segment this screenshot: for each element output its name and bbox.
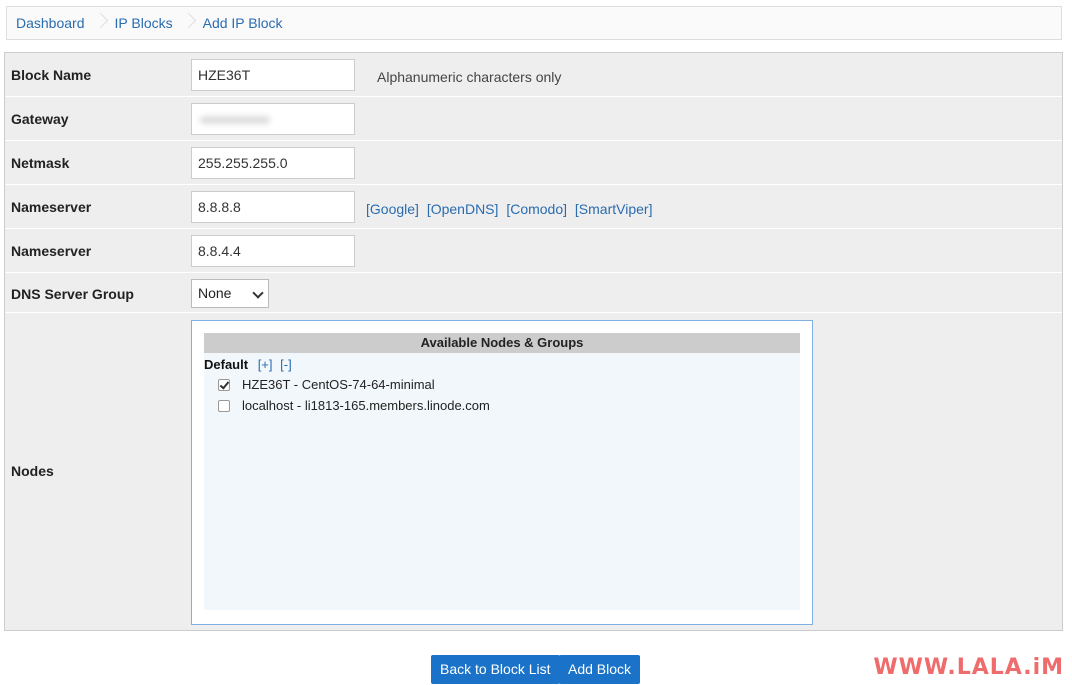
chevron-down-icon	[252, 287, 264, 299]
breadcrumb-add-ip-block[interactable]: Add IP Block	[203, 15, 283, 31]
breadcrumb-separator-icon	[95, 6, 109, 40]
netmask-label: Netmask	[11, 155, 70, 171]
add-block-button[interactable]: Add Block	[559, 655, 641, 684]
group-default-label: Default	[204, 357, 249, 372]
nameserver-presets: [Google] [OpenDNS] [Comodo] [SmartViper]	[366, 201, 656, 217]
preset-comodo-link[interactable]: [Comodo]	[506, 201, 567, 217]
row-gateway: Gateway	[5, 97, 1062, 141]
dns-group-selected: None	[198, 285, 232, 301]
netmask-input[interactable]: 255.255.255.0	[191, 147, 355, 179]
block-name-input[interactable]: HZE36T	[191, 59, 355, 91]
row-dns-group: DNS Server Group None	[5, 273, 1062, 313]
breadcrumb: Dashboard IP Blocks Add IP Block	[6, 6, 1062, 40]
breadcrumb-separator-icon	[183, 6, 197, 40]
node-checkbox-checked[interactable]	[218, 378, 230, 391]
row-block-name: Block Name HZE36T Alphanumeric character…	[5, 53, 1062, 97]
gateway-input[interactable]	[191, 103, 355, 135]
nameserver-1-input[interactable]: 8.8.8.8	[191, 191, 355, 223]
node-checkbox[interactable]	[218, 399, 230, 412]
group-collapse-link[interactable]: [-]	[280, 357, 292, 372]
add-ip-block-form: Block Name HZE36T Alphanumeric character…	[4, 52, 1063, 631]
block-name-hint: Alphanumeric characters only	[377, 69, 562, 85]
node-label: localhost - li1813-165.members.linode.co…	[242, 398, 490, 413]
nodes-label: Nodes	[11, 463, 54, 479]
preset-smartviper-link[interactable]: [SmartViper]	[575, 201, 653, 217]
preset-opendns-link[interactable]: [OpenDNS]	[427, 201, 499, 217]
gateway-label: Gateway	[11, 111, 69, 127]
preset-google-link[interactable]: [Google]	[366, 201, 419, 217]
row-nameserver-1: Nameserver 8.8.8.8 [Google] [OpenDNS] [C…	[5, 185, 1062, 229]
breadcrumb-dashboard[interactable]: Dashboard	[16, 15, 85, 31]
back-to-block-list-button[interactable]: Back to Block List	[431, 655, 560, 684]
nodes-header: Available Nodes & Groups	[204, 333, 800, 353]
node-item[interactable]: HZE36T - CentOS-74-64-minimal	[218, 377, 435, 392]
dns-group-select[interactable]: None	[191, 279, 269, 308]
group-expand-link[interactable]: [+]	[258, 357, 273, 372]
gateway-redacted	[200, 116, 270, 124]
block-name-label: Block Name	[11, 67, 92, 83]
nameserver-1-label: Nameserver	[11, 199, 92, 215]
nameserver-2-input[interactable]: 8.8.4.4	[191, 235, 355, 267]
nodes-list: Available Nodes & Groups Default [+] [-]…	[204, 333, 800, 610]
breadcrumb-ip-blocks[interactable]: IP Blocks	[115, 15, 173, 31]
row-nameserver-2: Nameserver 8.8.4.4	[5, 229, 1062, 273]
row-netmask: Netmask 255.255.255.0	[5, 141, 1062, 185]
nameserver-2-label: Nameserver	[11, 243, 92, 259]
dns-group-label: DNS Server Group	[11, 286, 134, 302]
group-default: Default [+] [-]	[204, 357, 292, 372]
node-label: HZE36T - CentOS-74-64-minimal	[242, 377, 435, 392]
watermark: WWW.LALA.iM	[873, 655, 1064, 680]
node-item[interactable]: localhost - li1813-165.members.linode.co…	[218, 398, 490, 413]
nodes-panel: Available Nodes & Groups Default [+] [-]…	[191, 320, 813, 625]
